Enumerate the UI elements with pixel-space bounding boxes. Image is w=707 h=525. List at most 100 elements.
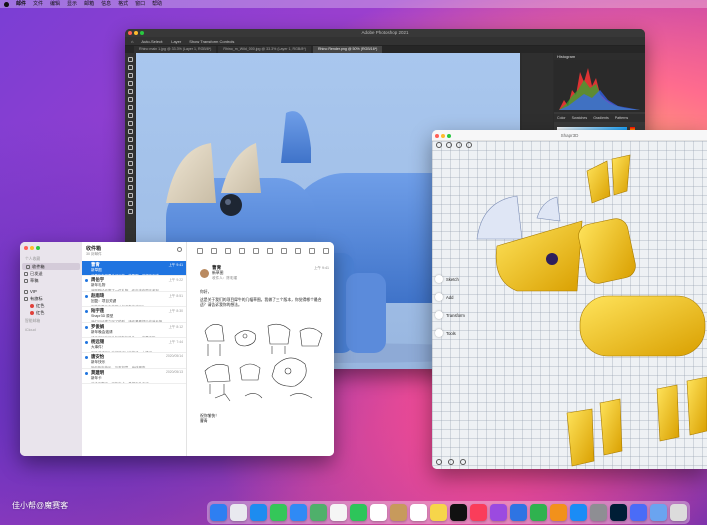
transform-button[interactable]: Transform [435,311,465,319]
layers-icon[interactable] [460,459,466,465]
safari-icon[interactable] [250,504,267,521]
minimize-button[interactable] [30,246,34,250]
settings-icon[interactable] [436,459,442,465]
launchpad-icon[interactable] [230,504,247,521]
pages-icon[interactable] [550,504,567,521]
zoom-button[interactable] [36,246,40,250]
path-select-icon[interactable] [127,185,133,190]
tv-icon[interactable] [450,504,467,521]
menu-item[interactable]: 显示 [67,0,77,8]
list-item[interactable]: 周伯宇 上午 9:22 新年礼物 我刚刚给你寄了一件礼物，你应该在周五收到 [82,276,186,292]
shapr3d-window[interactable]: Shapr3D Sketch Add Transform Tools [432,130,707,469]
list-item[interactable]: 莫建明 2020/05/13 新年卡 我给你寄了一张新年卡，希望你会喜欢 [82,369,186,385]
app-store-icon[interactable] [570,504,587,521]
flag-item[interactable]: VIP [20,288,82,295]
maps-icon[interactable] [310,504,327,521]
stamp-tool-icon[interactable] [127,121,133,126]
menu-item[interactable]: 编辑 [50,0,60,8]
trash-icon[interactable] [239,247,245,254]
finder-icon[interactable] [210,504,227,521]
pen-tool-icon[interactable] [127,169,133,174]
facetime-icon[interactable] [350,504,367,521]
blur-tool-icon[interactable] [127,153,133,158]
new-message-icon[interactable] [211,247,217,254]
menu-icon[interactable] [436,142,442,148]
history-brush-icon[interactable] [127,129,133,134]
menu-item[interactable]: 文件 [33,0,43,8]
numbers-icon[interactable] [530,504,547,521]
sketch-attachment[interactable] [200,316,328,404]
tab-swatches[interactable]: Swatches [572,116,588,120]
list-item[interactable]: 杨远锡 上午 7:44 大事件！ 你听说了吗？我们的设计拿奖了，太棒了 [82,338,186,354]
list-item[interactable]: 陆宇莲 上午 8:30 Shapr3D 原型 我们已经建立好了模型，请你看看然后给我反… [82,307,186,323]
healing-tool-icon[interactable] [127,105,133,110]
home-icon[interactable]: ⌂ [131,39,133,44]
undo-icon[interactable] [466,142,472,148]
sketch-button[interactable]: Sketch [435,275,465,283]
keynote-icon[interactable] [510,504,527,521]
menu-item[interactable]: 邮件 [16,0,26,8]
modeling-viewport[interactable] [432,141,707,469]
list-item[interactable]: 唐安怡 2020/05/14 新年快乐 祝你新年快乐，万事如意，身体健康 [82,353,186,369]
trash-icon[interactable] [670,504,687,521]
flag-item[interactable]: 红色 [20,302,82,309]
history-icon[interactable] [446,142,452,148]
mailbox-item[interactable]: 收件箱 [22,263,80,270]
photos-icon[interactable] [330,504,347,521]
tab-rhino-render[interactable]: Rhino Render.png @ 50% (RGB/16*) [312,46,383,53]
mail-icon[interactable] [290,504,307,521]
brush-tool-icon[interactable] [127,113,133,118]
view-icon[interactable] [448,459,454,465]
tab-color[interactable]: Color [557,116,566,120]
mailbox-item[interactable]: 草稿 [20,277,82,284]
list-item[interactable]: 赵雨琦 上午 8:51 回复：项目关键 你能在周五之前把计划书发给我吗？ [82,292,186,308]
tab-rhino-main[interactable]: Rhino main 1.jpg @ 33.3% (Layer 1, RGB/8… [134,46,217,53]
reminders-icon[interactable] [410,504,427,521]
photoshop-icon[interactable] [610,504,627,521]
mail-window[interactable]: 个人收藏 收件箱 已发送 草稿 VIP 有旗标 红色 红色 智能邮箱 iCloud 收件箱… [20,242,334,456]
menu-item[interactable]: 格式 [118,0,128,8]
add-button[interactable]: Add [435,293,465,301]
contacts-icon[interactable] [390,504,407,521]
flag-item[interactable]: 红色 [20,309,82,316]
close-button[interactable] [24,246,28,250]
hand-tool-icon[interactable] [127,201,133,206]
tab-patterns[interactable]: Patterns [615,116,628,120]
downloads-icon[interactable] [650,504,667,521]
type-tool-icon[interactable] [127,177,133,182]
reply-all-icon[interactable] [281,247,287,254]
layer-select[interactable]: Layer [171,39,181,44]
eraser-tool-icon[interactable] [127,137,133,142]
compose-icon[interactable] [197,247,203,254]
shapr3d-icon[interactable] [630,504,647,521]
junk-icon[interactable] [253,247,259,254]
menu-item[interactable]: 窗口 [135,0,145,8]
crop-tool-icon[interactable] [127,89,133,94]
menu-item[interactable]: 信息 [101,0,111,8]
apple-icon[interactable] [4,1,9,7]
select-tool-icon[interactable] [127,81,133,86]
lasso-tool-icon[interactable] [127,73,133,78]
eyedropper-tool-icon[interactable] [127,97,133,102]
notes-icon[interactable] [430,504,447,521]
archive-icon[interactable] [225,247,231,254]
tools-button[interactable]: Tools [435,329,465,337]
dodge-tool-icon[interactable] [127,161,133,166]
list-item[interactable]: 罗俊娟 上午 8:12 新年晚会邀请 请来参加我们今年的新年晚会，一定要来哦 [82,323,186,338]
messages-icon[interactable] [270,504,287,521]
menu-item[interactable]: 邮箱 [84,0,94,8]
menu-item[interactable]: 帮助 [152,0,162,8]
more-icon[interactable] [309,247,315,254]
mailbox-item[interactable]: 已发送 [20,270,82,277]
marquee-tool-icon[interactable] [127,65,133,70]
calendar-icon[interactable] [370,504,387,521]
system-preferences-icon[interactable] [590,504,607,521]
flag-item[interactable]: 有旗标 [20,295,82,302]
zoom-tool-icon[interactable] [127,209,133,214]
move-tool-icon[interactable] [127,57,133,62]
list-item[interactable]: 曹青 上午 9:41 新草图 这是我在城里手动画的一些草图，做得还不错 [82,261,186,277]
shape-tool-icon[interactable] [127,193,133,198]
reply-icon[interactable] [267,247,273,254]
export-icon[interactable] [456,142,462,148]
search-icon[interactable] [323,247,329,254]
